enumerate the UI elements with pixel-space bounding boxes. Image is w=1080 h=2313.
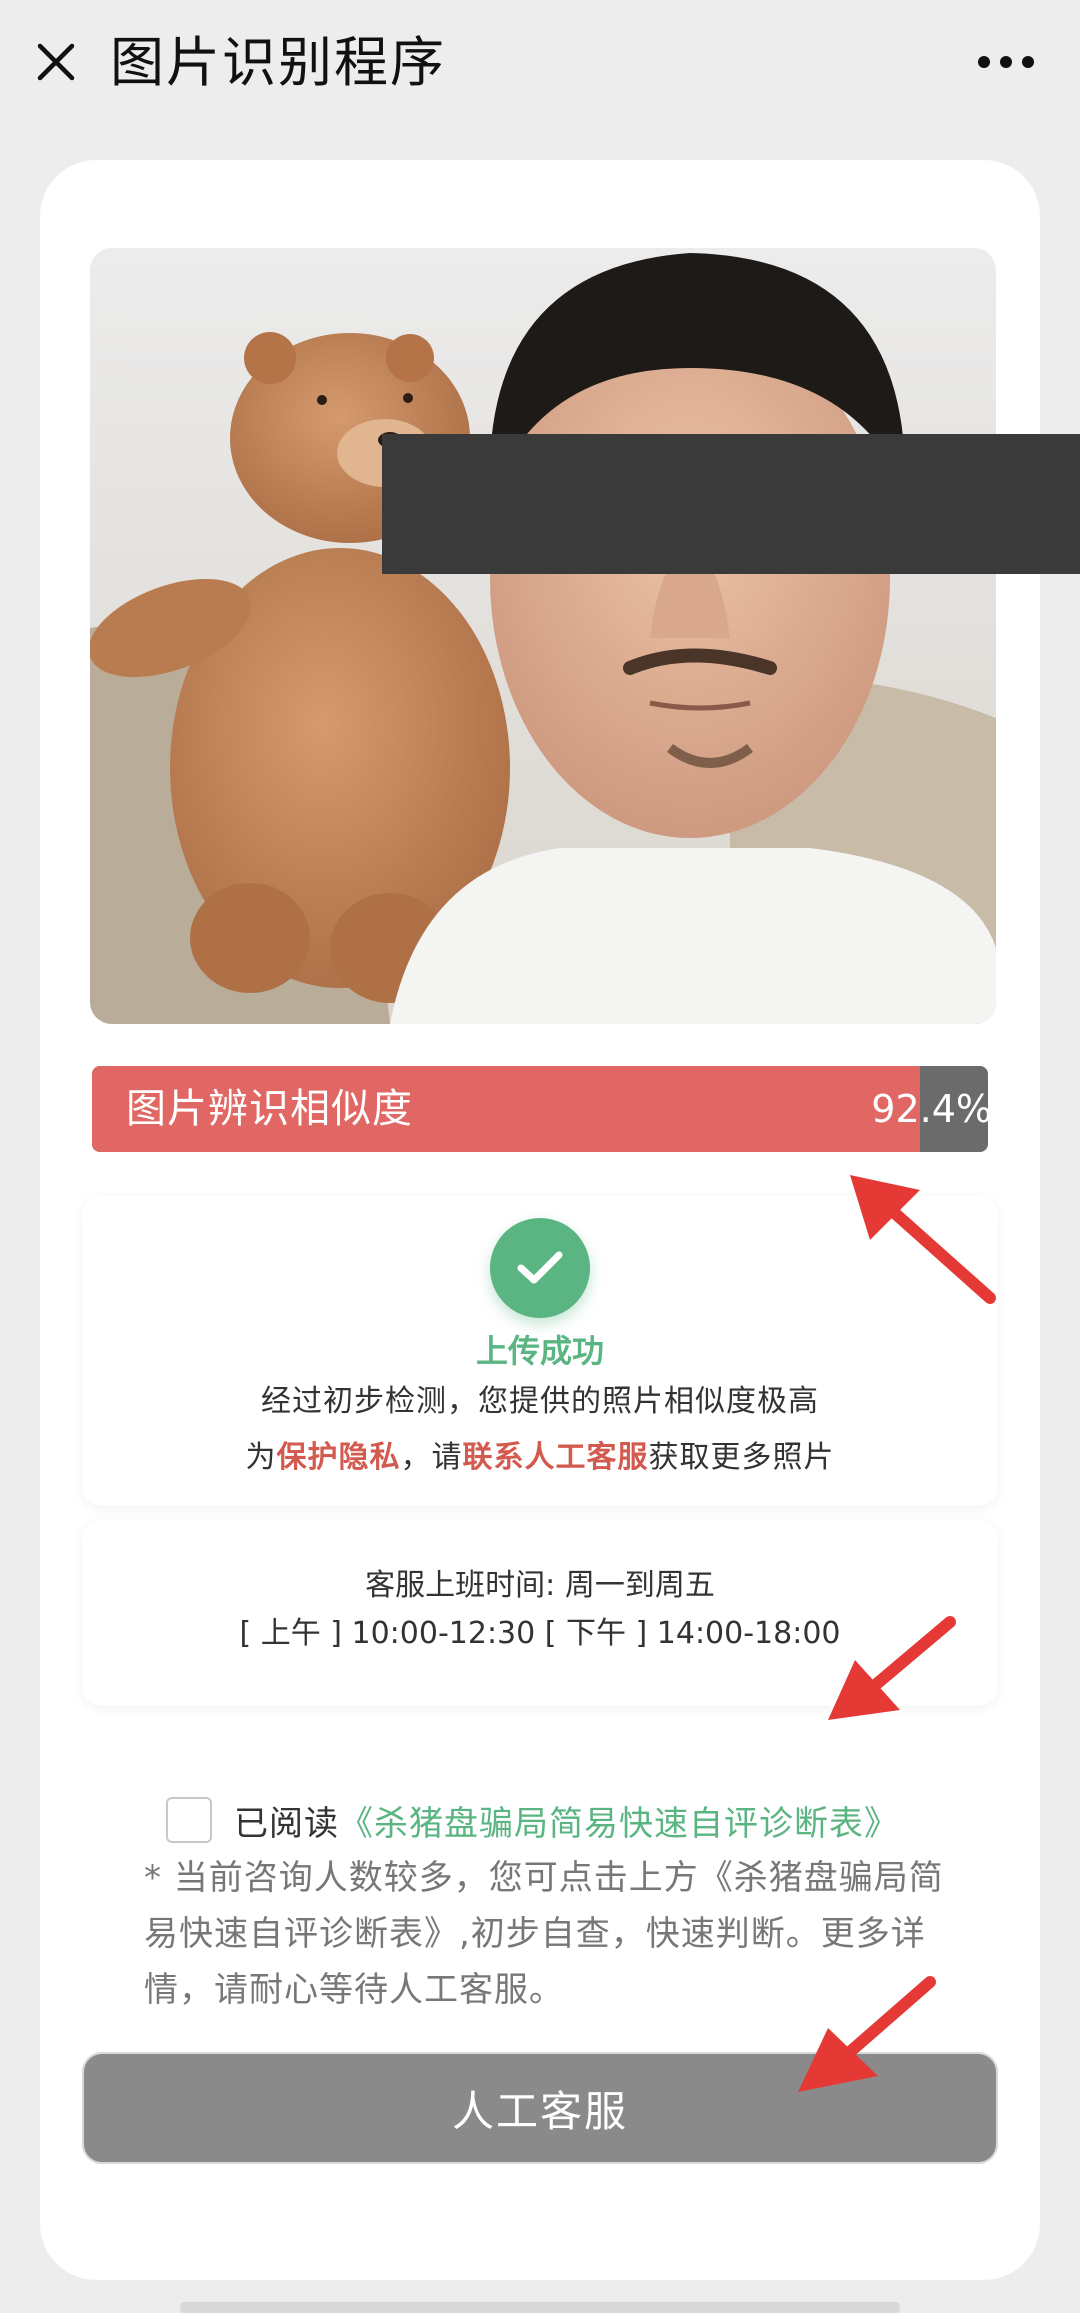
similarity-value: 92.4% bbox=[871, 1087, 988, 1131]
annotation-arrow-icon bbox=[850, 1175, 996, 1304]
bottom-handle bbox=[180, 2302, 900, 2313]
uploaded-photo bbox=[90, 248, 996, 1024]
assessment-form-link[interactable]: 《杀猪盘骗局简易快速自评诊断表》 bbox=[339, 1796, 899, 1845]
close-icon[interactable] bbox=[24, 30, 88, 94]
detection-message: 经过初步检测，您提供的照片相似度极高 bbox=[261, 1384, 819, 1419]
service-hours-days: 客服上班时间: 周一到周五 bbox=[365, 1568, 715, 1603]
contact-service-highlight[interactable]: 联系人工客服 bbox=[463, 1440, 649, 1475]
similarity-label: 图片辨识相似度 bbox=[126, 1086, 413, 1132]
page-title: 图片识别程序 bbox=[110, 31, 446, 94]
top-bar: 图片识别程序 bbox=[0, 0, 1080, 128]
redaction-bar bbox=[382, 434, 1080, 574]
privacy-message-suffix: 获取更多照片 bbox=[648, 1440, 835, 1475]
check-circle-icon bbox=[490, 1218, 590, 1318]
privacy-message-prefix: 为 bbox=[245, 1440, 277, 1475]
more-dots-icon[interactable] bbox=[956, 30, 1056, 94]
agreement-checkbox[interactable] bbox=[166, 1797, 212, 1843]
agreement-prefix: 已阅读 bbox=[234, 1803, 339, 1844]
annotation-arrow-icon bbox=[828, 1616, 956, 1720]
privacy-message-middle: ，请 bbox=[400, 1440, 463, 1475]
agreement-row: 已阅读 《杀猪盘骗局简易快速自评诊断表》 bbox=[166, 1790, 899, 1850]
upload-success-title: 上传成功 bbox=[475, 1332, 604, 1370]
similarity-progress-bar: 图片辨识相似度 92.4% bbox=[92, 1066, 988, 1152]
privacy-message: 为保护隐私，请联系人工客服获取更多照片 bbox=[82, 1432, 998, 1476]
privacy-highlight: 保护隐私 bbox=[276, 1440, 401, 1475]
annotation-arrow-icon bbox=[798, 1976, 936, 2092]
